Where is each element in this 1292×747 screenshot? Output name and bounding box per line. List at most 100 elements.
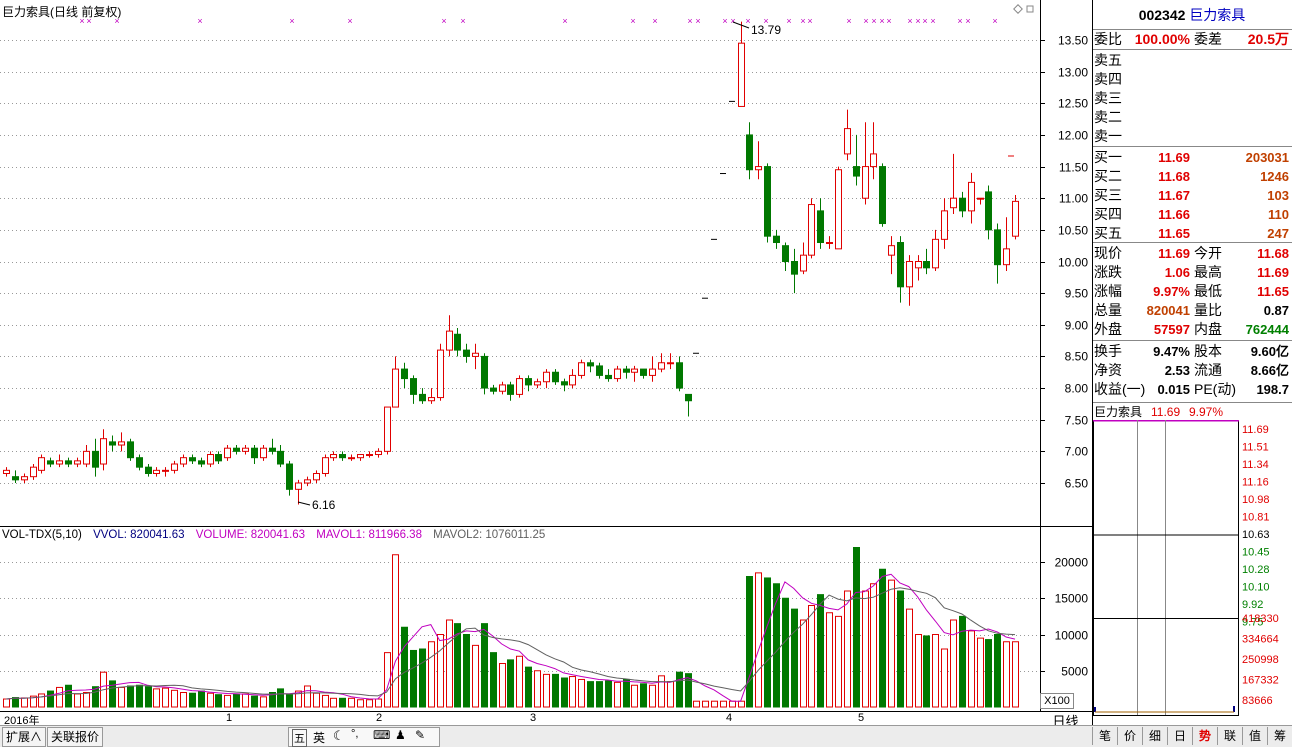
candlestick[interactable] — [286, 460, 293, 496]
candlestick[interactable] — [569, 369, 576, 389]
kline-chart-svg[interactable]: 13.50 13.00 12.50 12.00 11.50 11.00 10.50 10.00… — [0, 0, 1092, 712]
candlestick[interactable] — [605, 369, 612, 382]
candlestick[interactable] — [56, 454, 63, 468]
candlestick[interactable] — [746, 122, 753, 180]
candlestick[interactable] — [915, 255, 922, 281]
expand-button[interactable]: 扩展∧ — [2, 727, 47, 747]
candlestick[interactable] — [977, 197, 984, 205]
candlestick[interactable] — [269, 438, 276, 455]
candlestick[interactable] — [198, 457, 205, 468]
candlestick[interactable] — [118, 432, 125, 452]
candlestick[interactable] — [233, 445, 240, 455]
candlestick[interactable] — [516, 375, 523, 398]
candlestick[interactable] — [897, 236, 904, 303]
keyboard-icon[interactable]: ⌨ — [373, 728, 390, 742]
candlestick[interactable] — [472, 343, 479, 370]
candlestick[interactable] — [215, 451, 222, 465]
punctuation-icon[interactable]: °, — [351, 728, 358, 740]
candlestick[interactable] — [543, 369, 550, 389]
candlestick[interactable] — [65, 457, 72, 468]
candlestick[interactable] — [835, 166, 842, 250]
candlestick[interactable] — [463, 343, 470, 363]
candlestick[interactable] — [755, 141, 762, 180]
candlestick[interactable] — [47, 457, 54, 468]
candlestick[interactable] — [1003, 217, 1010, 271]
kline-chart-area[interactable]: 13.50 13.00 12.50 12.00 11.50 11.00 10.50 10.00… — [0, 0, 1092, 729]
candlestick[interactable] — [640, 368, 647, 379]
candlestick[interactable] — [207, 451, 214, 468]
candlestick[interactable] — [401, 362, 408, 389]
candlestick[interactable] — [446, 315, 453, 357]
candlestick[interactable] — [879, 163, 886, 227]
candlestick[interactable] — [870, 122, 877, 180]
period-label[interactable]: 日线 — [1043, 711, 1088, 729]
candlestick[interactable] — [499, 381, 506, 395]
candlestick[interactable] — [578, 359, 585, 379]
candlestick[interactable] — [74, 457, 81, 468]
candlestick[interactable] — [808, 198, 815, 259]
candlestick[interactable] — [773, 229, 780, 249]
candlestick[interactable] — [968, 172, 975, 224]
candlestick[interactable] — [162, 467, 169, 477]
candlestick[interactable] — [932, 229, 939, 271]
candlestick[interactable] — [3, 467, 10, 477]
candlestick[interactable] — [596, 362, 603, 379]
candlestick[interactable] — [534, 378, 541, 389]
ime-english-icon[interactable]: 英 — [313, 729, 325, 746]
candlestick[interactable] — [800, 242, 807, 275]
candlestick[interactable] — [631, 365, 638, 382]
candlestick[interactable] — [791, 248, 798, 294]
quote-tab-0[interactable]: 笔 — [1092, 727, 1117, 745]
candlestick[interactable] — [419, 388, 426, 404]
candlestick[interactable] — [738, 21, 745, 107]
candlestick[interactable] — [959, 191, 966, 218]
candlestick[interactable] — [242, 445, 249, 455]
quote-tab-7[interactable]: 筹 — [1267, 727, 1292, 745]
candlestick[interactable] — [614, 365, 621, 382]
candlestick[interactable] — [127, 438, 134, 461]
quote-tab-6[interactable]: 值 — [1242, 727, 1267, 745]
candlestick[interactable] — [561, 378, 568, 392]
candlestick[interactable] — [330, 451, 337, 461]
candlestick[interactable] — [295, 479, 302, 505]
quote-tab-1[interactable]: 价 — [1117, 727, 1142, 745]
candlestick[interactable] — [481, 353, 488, 395]
candlestick[interactable] — [906, 255, 913, 306]
candlestick[interactable] — [21, 473, 28, 483]
wrench-icon[interactable]: ✎ — [415, 728, 425, 742]
candlestick[interactable] — [313, 470, 320, 483]
candlestick[interactable] — [888, 236, 895, 275]
candlestick[interactable] — [525, 375, 532, 392]
candlestick[interactable] — [649, 356, 656, 382]
candlestick[interactable] — [392, 356, 399, 408]
ime-mode-icon[interactable]: 五 — [292, 729, 307, 747]
quote-tab-2[interactable]: 细 — [1142, 727, 1167, 745]
candlestick[interactable] — [100, 429, 107, 471]
candlestick[interactable] — [923, 248, 930, 275]
candlestick[interactable] — [277, 445, 284, 468]
candlestick[interactable] — [180, 454, 187, 468]
candlestick[interactable] — [322, 454, 329, 477]
candlestick[interactable] — [384, 406, 391, 455]
candlestick[interactable] — [30, 464, 37, 480]
candlestick[interactable] — [428, 388, 435, 404]
candlestick[interactable] — [251, 445, 258, 465]
candlestick[interactable] — [136, 454, 143, 471]
candlestick[interactable] — [260, 445, 267, 461]
candlestick[interactable] — [437, 343, 444, 401]
candlestick[interactable] — [357, 454, 364, 461]
candlestick[interactable] — [145, 464, 152, 477]
candlestick[interactable] — [12, 470, 19, 483]
candlestick[interactable] — [587, 359, 594, 373]
candlestick[interactable] — [862, 122, 869, 205]
candlestick[interactable] — [623, 365, 630, 379]
candlestick[interactable] — [507, 381, 514, 401]
candlestick[interactable] — [844, 109, 851, 161]
moon-icon[interactable]: ☾ — [333, 728, 345, 744]
candlestick[interactable] — [676, 356, 683, 392]
candlestick[interactable] — [366, 451, 373, 458]
quote-tab-3[interactable]: 日 — [1167, 727, 1192, 745]
candlestick[interactable] — [189, 454, 196, 465]
candlestick[interactable] — [224, 445, 231, 461]
candlestick[interactable] — [339, 451, 346, 461]
